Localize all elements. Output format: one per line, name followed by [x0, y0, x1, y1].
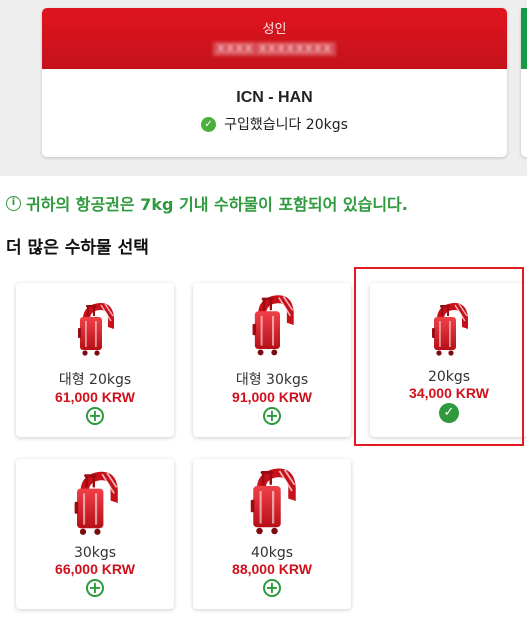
section-title: 더 많은 수하물 선택 — [6, 238, 149, 258]
baggage-option-large-30kg[interactable]: 대형 30kgs 91,000 KRW + — [193, 283, 351, 437]
option-label: 40kgs — [250, 545, 294, 561]
cabin-baggage-notice: i 귀하의 항공권은 7kg 기내 수하물이 포함되어 있습니다. — [6, 191, 408, 215]
add-icon[interactable]: + — [263, 407, 281, 425]
passenger-card-header: 성인 XXXX XXXXXXXX — [42, 8, 507, 69]
add-icon[interactable]: + — [86, 407, 104, 425]
luggage-icon — [247, 465, 297, 537]
add-icon[interactable]: + — [263, 579, 281, 597]
passenger-type: 성인 — [262, 22, 287, 37]
option-price: 61,000 KRW — [55, 389, 135, 405]
next-passenger-card[interactable] — [521, 8, 527, 157]
passenger-name-masked: XXXX XXXXXXXX — [212, 42, 337, 56]
check-circle-icon: ✓ — [201, 116, 217, 132]
option-price: 88,000 KRW — [232, 561, 312, 577]
baggage-option-large-20kg[interactable]: 대형 20kgs 61,000 KRW + — [16, 283, 174, 437]
info-icon: i — [6, 195, 21, 211]
next-passenger-card-header — [521, 8, 527, 69]
luggage-icon — [249, 293, 295, 357]
option-label: 30kgs — [73, 545, 117, 561]
notice-text: 귀하의 항공권은 7kg 기내 수하물이 포함되어 있습니다. — [26, 195, 408, 214]
baggage-option-30kg[interactable]: 30kgs 66,000 KRW + — [16, 459, 174, 609]
passenger-section: 성인 XXXX XXXXXXXX ICN - HAN ✓ 구입했습니다 20kg… — [0, 0, 527, 176]
purchased-status: ✓ 구입했습니다 20kgs — [42, 114, 507, 134]
option-label: 대형 20kgs — [58, 372, 132, 388]
luggage-icon — [75, 301, 115, 357]
add-icon[interactable]: + — [86, 579, 104, 597]
flight-route: ICN - HAN — [236, 89, 313, 106]
option-price: 91,000 KRW — [232, 389, 312, 405]
purchased-text: 구입했습니다 20kgs — [224, 117, 348, 133]
selected-highlight — [354, 267, 524, 446]
baggage-option-40kg[interactable]: 40kgs 88,000 KRW + — [193, 459, 351, 609]
option-label: 대형 30kgs — [235, 372, 309, 388]
luggage-icon — [71, 469, 119, 537]
passenger-card: 성인 XXXX XXXXXXXX ICN - HAN ✓ 구입했습니다 20kg… — [42, 8, 507, 157]
option-price: 66,000 KRW — [55, 561, 135, 577]
